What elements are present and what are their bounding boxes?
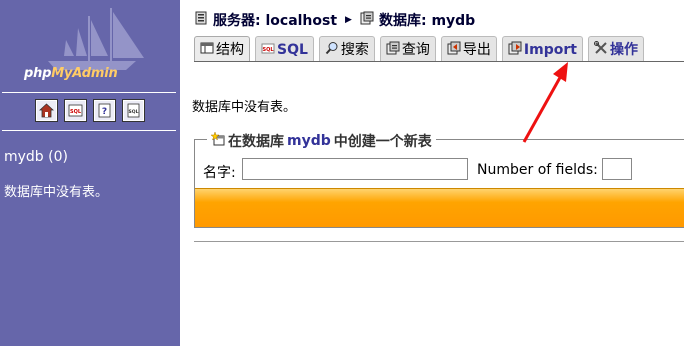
sidebar-divider bbox=[2, 130, 176, 131]
number-of-fields-label: Number of fields: bbox=[477, 162, 598, 178]
fieldset-footer-bar bbox=[195, 188, 684, 227]
phpmyadmin-logo[interactable]: phpMyAdmin bbox=[18, 6, 148, 86]
number-of-fields-input[interactable] bbox=[602, 158, 632, 180]
export-icon bbox=[447, 41, 461, 59]
navigation-frame: phpMyAdmin SQL ? SQL mydb (0) 数据库中没有表。 bbox=[0, 0, 180, 346]
table-name-label: 名字: bbox=[203, 165, 236, 181]
home-icon[interactable] bbox=[35, 99, 58, 122]
tab-import[interactable]: Import bbox=[501, 36, 583, 62]
tab-label: SQL bbox=[277, 41, 308, 58]
legend-prefix: 在数据库 bbox=[228, 134, 284, 150]
server-icon bbox=[194, 11, 208, 29]
tab-search[interactable]: 搜索 bbox=[318, 36, 375, 62]
svg-text:SQL: SQL bbox=[129, 109, 139, 115]
content-frame: 服务器: localhost ▶ 数据库: mydb 结构 SQL SQL 搜索… bbox=[180, 0, 684, 346]
import-icon bbox=[508, 41, 522, 59]
sidebar-no-tables-text: 数据库中没有表。 bbox=[4, 185, 109, 200]
legend-db-name: mydb bbox=[287, 133, 331, 149]
tab-label: 导出 bbox=[462, 41, 491, 58]
breadcrumb: 服务器: localhost ▶ 数据库: mydb bbox=[194, 10, 475, 30]
tab-sql[interactable]: SQL SQL bbox=[255, 36, 314, 62]
tab-structure[interactable]: 结构 bbox=[194, 36, 250, 62]
svg-text:?: ? bbox=[102, 107, 107, 117]
database-tabs: 结构 SQL SQL 搜索 查询 导出 Import 操作 bbox=[194, 36, 644, 62]
create-table-fieldset: 在数据库 mydb 中创建一个新表 名字: Number of fields: bbox=[194, 131, 684, 228]
operations-icon bbox=[593, 40, 608, 59]
tab-label: 搜索 bbox=[340, 41, 369, 58]
no-tables-message: 数据库中没有表。 bbox=[192, 100, 297, 115]
sql-icon: SQL bbox=[261, 41, 275, 59]
svg-text:SQL: SQL bbox=[262, 47, 274, 53]
tab-operations[interactable]: 操作 bbox=[587, 36, 644, 62]
breadcrumb-database[interactable]: 数据库: mydb bbox=[379, 10, 475, 30]
search-icon bbox=[325, 41, 339, 59]
database-icon bbox=[360, 11, 374, 29]
query-icon bbox=[386, 41, 400, 59]
content-divider bbox=[194, 241, 684, 242]
sql-doc-icon[interactable]: SQL bbox=[122, 99, 145, 122]
logo-wordmark: phpMyAdmin bbox=[24, 66, 118, 81]
tab-label: 结构 bbox=[216, 41, 244, 58]
create-table-legend: 在数据库 mydb 中创建一个新表 bbox=[207, 131, 436, 151]
sidebar-divider bbox=[2, 92, 176, 93]
tab-label: 操作 bbox=[609, 41, 638, 58]
svg-text:SQL: SQL bbox=[70, 109, 82, 115]
database-link[interactable]: mydb (0) bbox=[4, 149, 68, 165]
tab-query[interactable]: 查询 bbox=[379, 36, 436, 62]
breadcrumb-server[interactable]: 服务器: localhost bbox=[213, 10, 337, 30]
sql-query-icon[interactable]: SQL bbox=[64, 99, 87, 122]
table-name-input[interactable] bbox=[242, 158, 468, 180]
tab-label: 查询 bbox=[401, 41, 430, 58]
sidebar-quick-links: SQL ? SQL bbox=[35, 99, 145, 122]
new-table-icon bbox=[210, 131, 225, 150]
tab-export[interactable]: 导出 bbox=[440, 36, 497, 62]
help-icon[interactable]: ? bbox=[93, 99, 116, 122]
structure-icon bbox=[200, 41, 214, 59]
breadcrumb-separator-icon: ▶ bbox=[345, 15, 352, 25]
legend-suffix: 中创建一个新表 bbox=[333, 134, 432, 150]
tab-divider bbox=[194, 61, 684, 62]
tab-label: Import bbox=[523, 41, 577, 58]
